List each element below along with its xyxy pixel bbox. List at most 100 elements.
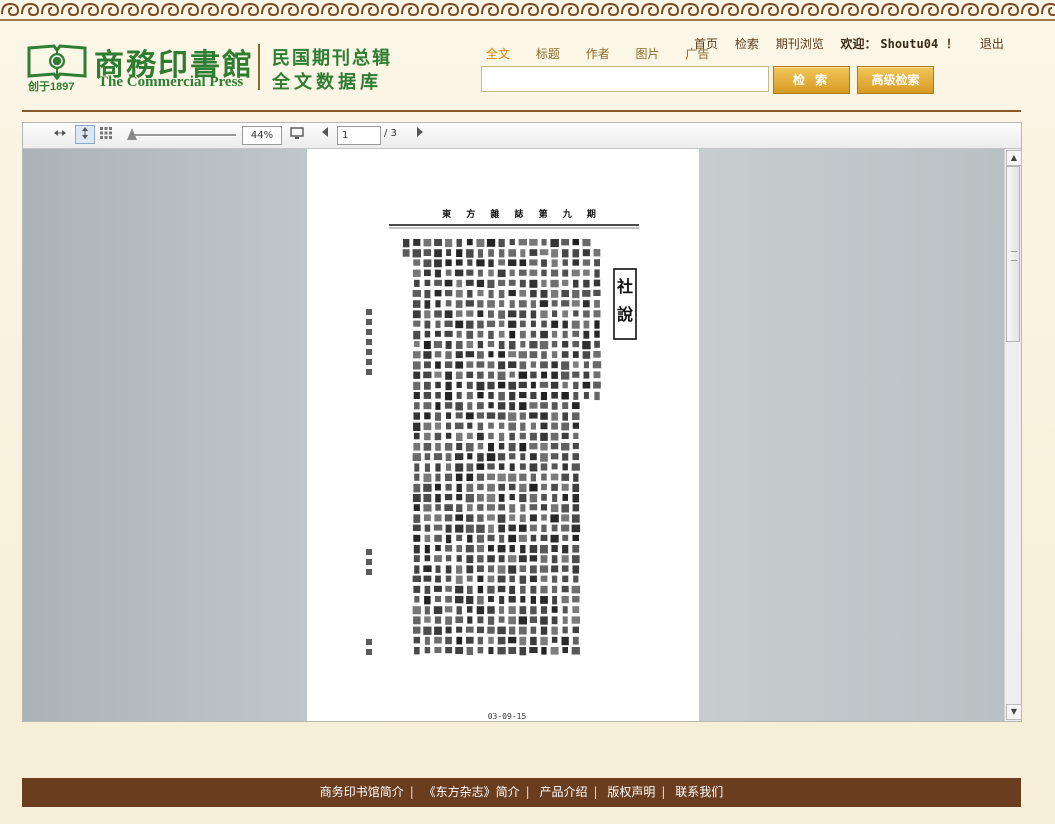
glyph-stroke (435, 402, 441, 410)
glyph-stroke (561, 290, 569, 298)
glyph-stroke (466, 381, 473, 389)
footer-link-products[interactable]: 产品介绍 (539, 785, 587, 799)
glyph-stroke (466, 636, 474, 644)
fit-page-icon[interactable] (75, 125, 95, 144)
glyph-stroke (465, 545, 474, 553)
glyph-stroke (487, 534, 495, 542)
glyph-stroke (551, 545, 558, 552)
scroll-down-arrow-icon[interactable]: ▼ (1006, 704, 1022, 720)
commercial-press-logo[interactable]: 创于1897 商務印書館 The Commercial Press 民国期刊总辑… (26, 40, 406, 96)
glyph-stroke (435, 463, 441, 472)
glyph-stroke (488, 565, 495, 573)
triangle-left-icon[interactable] (316, 126, 334, 143)
glyph-stroke (444, 514, 453, 522)
glyph-stroke (413, 432, 420, 440)
glyph-stroke (487, 514, 495, 521)
glyph-stroke (530, 473, 536, 482)
zoom-slider-track[interactable] (130, 134, 236, 137)
glyph-stroke (465, 279, 474, 286)
glyph-stroke (466, 432, 473, 439)
glyph-stroke (541, 371, 547, 379)
glyph-stroke (477, 585, 484, 594)
glyph-stroke (509, 494, 515, 501)
glyph-stroke (412, 269, 421, 277)
glyph-stroke (477, 514, 484, 522)
nav-logout[interactable]: 退出 (980, 37, 1004, 51)
running-header: 東 方 雜 誌 第 九 期 (442, 210, 602, 220)
scrollbar-thumb[interactable] (1006, 166, 1020, 342)
footer-link-press-intro[interactable]: 商务印书馆简介 (320, 785, 404, 799)
zoom-slider-thumb[interactable] (127, 128, 137, 140)
glyph-stroke (594, 340, 600, 348)
glyph-stroke (508, 616, 516, 625)
glyph-stroke (413, 616, 421, 625)
glyph-stroke (456, 279, 462, 288)
glyph-stroke (497, 626, 506, 635)
glyph-stroke (445, 626, 452, 634)
nav-browse[interactable]: 期刊浏览 (776, 37, 824, 51)
vertical-scrollbar[interactable]: ▲ ▼ (1004, 149, 1022, 721)
zoom-level-field[interactable]: 44% (242, 126, 282, 145)
glyph-stroke (539, 300, 549, 307)
glyph-stroke (413, 371, 421, 379)
page-number-input[interactable]: 1 (337, 126, 381, 145)
tab-fulltext[interactable]: 全文 (486, 47, 510, 61)
monitor-icon[interactable] (288, 126, 306, 143)
glyph-stroke (412, 290, 421, 297)
glyph-stroke (571, 300, 580, 307)
glyph-stroke (518, 534, 527, 542)
username: Shoutu04 (880, 37, 939, 51)
glyph-stroke (488, 392, 494, 399)
thumbnails-icon[interactable] (97, 126, 115, 143)
glyph-stroke (540, 534, 548, 541)
glyph-stroke (508, 412, 517, 421)
footer-link-journal-intro[interactable]: 《东方杂志》简介 (424, 785, 520, 799)
glyph-stroke (530, 422, 536, 430)
glyph-stroke (529, 341, 538, 349)
glyph-stroke (497, 545, 506, 553)
glyph-stroke (540, 432, 548, 441)
glyph-stroke (520, 545, 526, 554)
glyph-stroke (487, 575, 495, 583)
glyph-stroke (508, 290, 516, 297)
triangle-right-icon[interactable] (411, 126, 429, 143)
glyph-stroke (477, 351, 484, 359)
glyph-stroke (466, 269, 474, 276)
glyph-stroke (529, 402, 538, 409)
glyph-stroke (562, 453, 569, 461)
advanced-search-button[interactable]: 高级检索 (857, 66, 934, 94)
document-viewport[interactable]: 03-09-15 東 方 雜 誌 第 九 期 社說 (23, 149, 1004, 721)
tab-image[interactable]: 图片 (636, 47, 660, 61)
footer-link-copyright[interactable]: 版权声明 (607, 785, 655, 799)
search-input[interactable] (481, 66, 769, 92)
glyph-stroke (466, 555, 474, 564)
tab-advertisement[interactable]: 广告 (685, 47, 709, 61)
viewer-toolbar: 44% 1 / 3 (23, 123, 1021, 149)
glyph-stroke (467, 534, 473, 543)
glyph-stroke (424, 534, 431, 543)
fit-width-icon[interactable] (51, 126, 69, 143)
glyph-stroke (498, 320, 505, 327)
glyph-stroke (423, 626, 432, 635)
tab-author[interactable]: 作者 (586, 47, 610, 61)
page-total: / 3 (384, 128, 397, 139)
glyph-stroke (530, 392, 537, 399)
glyph-stroke (488, 432, 494, 440)
glyph-stroke (539, 565, 549, 573)
search-button[interactable]: 检 索 (773, 66, 850, 94)
nav-search[interactable]: 检索 (735, 37, 759, 51)
glyph-stroke (445, 534, 452, 544)
scroll-up-arrow-icon[interactable]: ▲ (1006, 150, 1022, 166)
glyph-stroke (497, 565, 506, 574)
tab-title[interactable]: 标题 (536, 47, 560, 61)
glyph-stroke (541, 239, 547, 246)
footer-link-contact[interactable]: 联系我们 (675, 785, 723, 799)
glyph-stroke (445, 300, 452, 307)
glyph-stroke (562, 626, 568, 634)
glyph-stroke (572, 249, 580, 258)
glyph-stroke (413, 259, 421, 266)
glyph-stroke (476, 361, 485, 368)
glyph-stroke (530, 300, 536, 308)
glyph-stroke (424, 330, 431, 338)
glyph-stroke (366, 319, 372, 325)
